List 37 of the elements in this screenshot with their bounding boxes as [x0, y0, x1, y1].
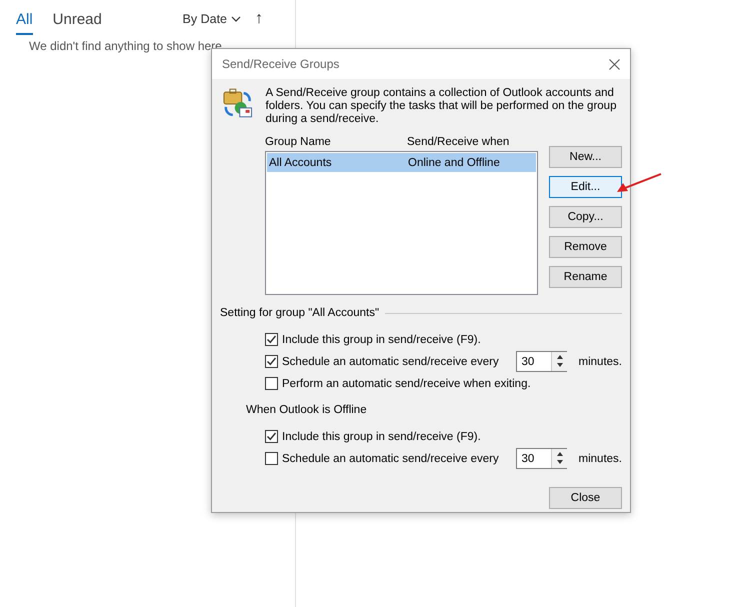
- filter-tab[interactable]: Unread: [52, 10, 102, 34]
- checkbox[interactable]: [265, 430, 278, 443]
- unit-label: minutes.: [578, 356, 622, 368]
- sort-direction-button[interactable]: ↑: [255, 10, 263, 28]
- column-header: Group Name: [265, 136, 332, 148]
- checkbox-label: Schedule an automatic send/receive every: [282, 356, 499, 368]
- chevron-down-icon: [231, 16, 241, 22]
- dialog-button[interactable]: Copy...: [549, 206, 622, 228]
- minutes-spinner[interactable]: 30: [516, 351, 567, 372]
- description-text: A Send/Receive group contains a collection of Outlook accounts and folders. You can specify the tasks that will be performed on the group during a send/receive.: [266, 87, 618, 126]
- checkbox-label: Perform an automatic send/receive when exiting.: [282, 378, 531, 390]
- checkbox[interactable]: [265, 377, 278, 390]
- briefcase-sync-icon: [222, 87, 254, 119]
- checkbox[interactable]: [265, 355, 278, 368]
- filter-tab[interactable]: All: [16, 10, 33, 34]
- minutes-field[interactable]: 30: [516, 352, 551, 371]
- column-header: Send/Receive when: [407, 136, 510, 148]
- section-title: Setting for group "All Accounts": [220, 307, 380, 319]
- checkbox-label: Schedule an automatic send/receive every: [282, 452, 499, 464]
- checkbox-label: Include this group in send/receive (F9).: [282, 430, 481, 442]
- close-button[interactable]: Close: [549, 487, 622, 509]
- group-row[interactable]: All Accounts Online and Offline: [267, 153, 536, 172]
- sort-dropdown[interactable]: By Date: [182, 12, 241, 33]
- section-title: When Outlook is Offline: [246, 404, 367, 416]
- checkbox[interactable]: [265, 452, 278, 465]
- dialog-button[interactable]: Rename: [549, 266, 622, 288]
- dialog-button[interactable]: New...: [549, 146, 622, 168]
- checkbox[interactable]: [265, 333, 278, 346]
- unit-label: minutes.: [578, 452, 622, 464]
- checkbox-label: Include this group in send/receive (F9).: [282, 334, 481, 346]
- minutes-spinner[interactable]: 30: [516, 448, 567, 469]
- minutes-field[interactable]: 30: [516, 449, 551, 468]
- dialog-button[interactable]: Remove: [549, 236, 622, 258]
- close-icon[interactable]: [609, 58, 620, 70]
- dialog-button[interactable]: Edit...: [549, 176, 622, 198]
- window-title: Send/Receive Groups: [222, 57, 340, 71]
- pointer-arrow: [615, 172, 663, 194]
